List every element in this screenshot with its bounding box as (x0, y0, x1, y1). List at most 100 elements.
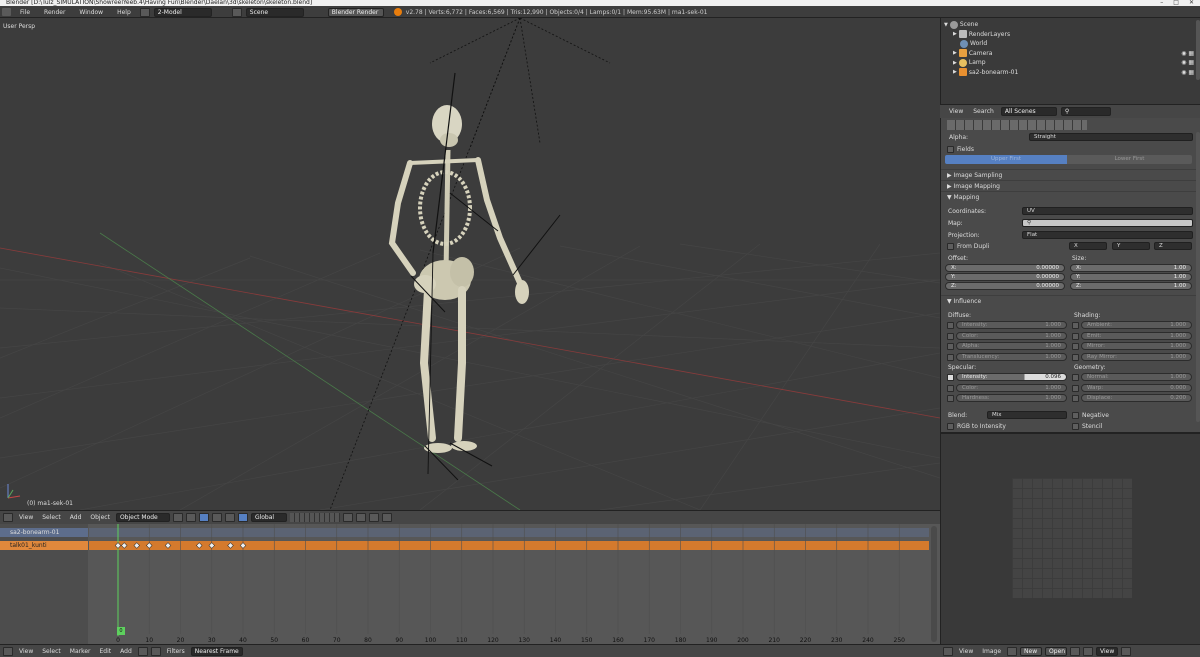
keyframe[interactable] (146, 542, 153, 549)
keyframe[interactable] (121, 542, 128, 549)
channel-row[interactable]: talk01_kunti (0, 541, 88, 550)
current-frame-marker[interactable]: 0 (117, 627, 125, 635)
menu-edit[interactable]: Edit (97, 648, 115, 655)
orientation-select[interactable]: Global (250, 513, 287, 522)
render-icon[interactable] (381, 513, 392, 522)
size-y-field[interactable]: Y: 1.00 (1070, 273, 1192, 281)
menu-add[interactable]: Add (117, 648, 135, 655)
diffuse-slider[interactable]: Alpha: 1.000 (956, 342, 1067, 350)
diffuse-checkbox[interactable] (947, 353, 954, 361)
geometry-checkbox[interactable] (1072, 395, 1079, 402)
manipulator-icon[interactable] (198, 513, 209, 522)
scene-field[interactable]: Scene (245, 7, 304, 17)
outliner-item[interactable]: ▼ Scene (941, 20, 1200, 30)
upper-first-button[interactable]: Upper First (945, 155, 1067, 164)
specular-checkbox[interactable] (947, 384, 954, 392)
skeleton-model[interactable] (388, 72, 561, 481)
screen-layout-field[interactable]: 2-Model (153, 7, 212, 17)
image-mapping-panel[interactable]: ▶ Image Mapping (941, 180, 1200, 191)
specular-slider[interactable]: Hardness: 1.000 (956, 394, 1067, 402)
dopesheet-editor[interactable]: sa2-bonearm-01 talk01_kunti 0 10 20 30 40 50 6… (0, 524, 940, 644)
image-sampling-panel[interactable]: ▶ Image Sampling (941, 169, 1200, 180)
snap-select[interactable]: Nearest Frame (190, 646, 243, 656)
menu-window[interactable]: Window (74, 9, 108, 16)
coordinates-select[interactable]: UV (1022, 207, 1193, 215)
diffuse-slider[interactable]: Color: 1.000 (956, 331, 1067, 340)
menu-view[interactable]: View (16, 514, 36, 521)
translate-icon[interactable] (211, 513, 222, 522)
editor-type-icon[interactable] (2, 8, 11, 16)
specular-checkbox[interactable] (947, 374, 954, 381)
visibility-eye-icon[interactable]: ◉ ▦ (1181, 50, 1194, 57)
properties-editor[interactable]: Alpha: Straight Fields Upper First Lower… (940, 118, 1200, 432)
channels-icon[interactable] (1121, 646, 1132, 656)
offset-x-field[interactable]: X: 0.00000 (945, 264, 1065, 272)
editor-type-icon[interactable] (943, 646, 953, 656)
lock-icon[interactable] (342, 513, 353, 522)
projection-select[interactable]: Flat (1022, 231, 1193, 239)
geometry-slider[interactable]: Warp: 0.000 (1081, 383, 1192, 392)
shading-checkbox[interactable] (1072, 322, 1079, 329)
geometry-slider[interactable]: Displace: 0.200 (1081, 394, 1192, 402)
expand-icon[interactable]: ▶ (953, 60, 957, 66)
specular-slider[interactable]: Color: 1.000 (956, 383, 1067, 392)
3d-viewport[interactable]: User Persp (0) ma1-sek-01 (0, 18, 940, 510)
vertical-scrollbar[interactable] (931, 526, 937, 642)
shading-icon[interactable] (172, 513, 183, 522)
menu-select[interactable]: Select (39, 648, 64, 655)
rgb-to-intensity-checkbox[interactable] (947, 423, 954, 430)
outliner-search-input[interactable]: ⚲ (1060, 107, 1111, 116)
proportional-icon[interactable] (355, 513, 366, 522)
diffuse-checkbox[interactable] (947, 343, 954, 350)
outliner-item[interactable]: ▶ Camera ◉ ▦ (941, 49, 1200, 59)
geometry-slider[interactable]: Normal: 1.000 (1081, 373, 1192, 381)
keyframe[interactable] (114, 542, 122, 549)
specular-checkbox[interactable] (947, 395, 954, 402)
axis-x-select[interactable]: X (1069, 242, 1107, 250)
map-field[interactable]: ⚲ (1022, 219, 1193, 227)
render-slot-icon[interactable] (1083, 646, 1094, 656)
mapping-panel[interactable]: ▼ Mapping (941, 191, 1200, 202)
specular-slider[interactable]: Intensity: 0.096 (956, 373, 1067, 381)
menu-view[interactable]: View (16, 648, 36, 655)
menu-render[interactable]: Render (39, 9, 70, 16)
offset-z-field[interactable]: Z: 0.00000 (945, 282, 1065, 290)
new-image-button[interactable]: New (1020, 646, 1043, 656)
scene-icon[interactable] (231, 7, 242, 17)
from-dupli-checkbox[interactable] (947, 243, 954, 250)
negative-checkbox[interactable] (1072, 412, 1079, 419)
fields-checkbox[interactable] (947, 146, 954, 153)
shading-checkbox[interactable] (1072, 332, 1079, 340)
outliner-item[interactable]: ▶ Lamp ◉ ▦ (941, 58, 1200, 68)
editor-type-icon[interactable] (3, 513, 13, 522)
visibility-eye-icon[interactable]: ◉ ▦ (1181, 69, 1194, 76)
expand-icon[interactable]: ▶ (953, 31, 957, 37)
open-image-button[interactable]: Open (1045, 646, 1068, 656)
menu-select[interactable]: Select (39, 514, 64, 521)
size-z-field[interactable]: Z: 1.00 (1070, 282, 1192, 290)
keyframe[interactable] (133, 542, 140, 549)
outliner-item[interactable]: ▶ sa2-bonearm-01 ◉ ▦ (941, 68, 1200, 78)
influence-panel[interactable]: ▼ Influence (941, 295, 1200, 306)
outliner-view-menu[interactable]: View (946, 108, 966, 115)
lower-first-button[interactable]: Lower First (1067, 155, 1192, 164)
size-x-field[interactable]: X: 1.00 (1070, 264, 1192, 272)
diffuse-slider[interactable]: Intensity: 1.000 (956, 321, 1067, 329)
properties-scrollbar[interactable] (1196, 132, 1200, 422)
menu-object[interactable]: Object (87, 514, 113, 521)
menu-marker[interactable]: Marker (67, 648, 94, 655)
layer-buttons[interactable] (289, 513, 340, 522)
keyframe[interactable] (196, 542, 203, 549)
menu-view[interactable]: View (956, 648, 976, 655)
rotate-icon[interactable] (224, 513, 235, 522)
stencil-checkbox[interactable] (1072, 423, 1079, 430)
outliner-item[interactable]: ▶ RenderLayers (941, 30, 1200, 40)
offset-y-field[interactable]: Y: 0.00000 (945, 273, 1065, 281)
shading-slider[interactable]: Ray Mirror: 1.000 (1081, 352, 1192, 361)
diffuse-checkbox[interactable] (947, 332, 954, 340)
scale-icon[interactable] (237, 513, 248, 522)
outliner-scrollbar[interactable] (1196, 20, 1200, 80)
menu-image[interactable]: Image (979, 648, 1004, 655)
geometry-checkbox[interactable] (1072, 384, 1079, 392)
properties-tabs[interactable] (947, 120, 1087, 130)
